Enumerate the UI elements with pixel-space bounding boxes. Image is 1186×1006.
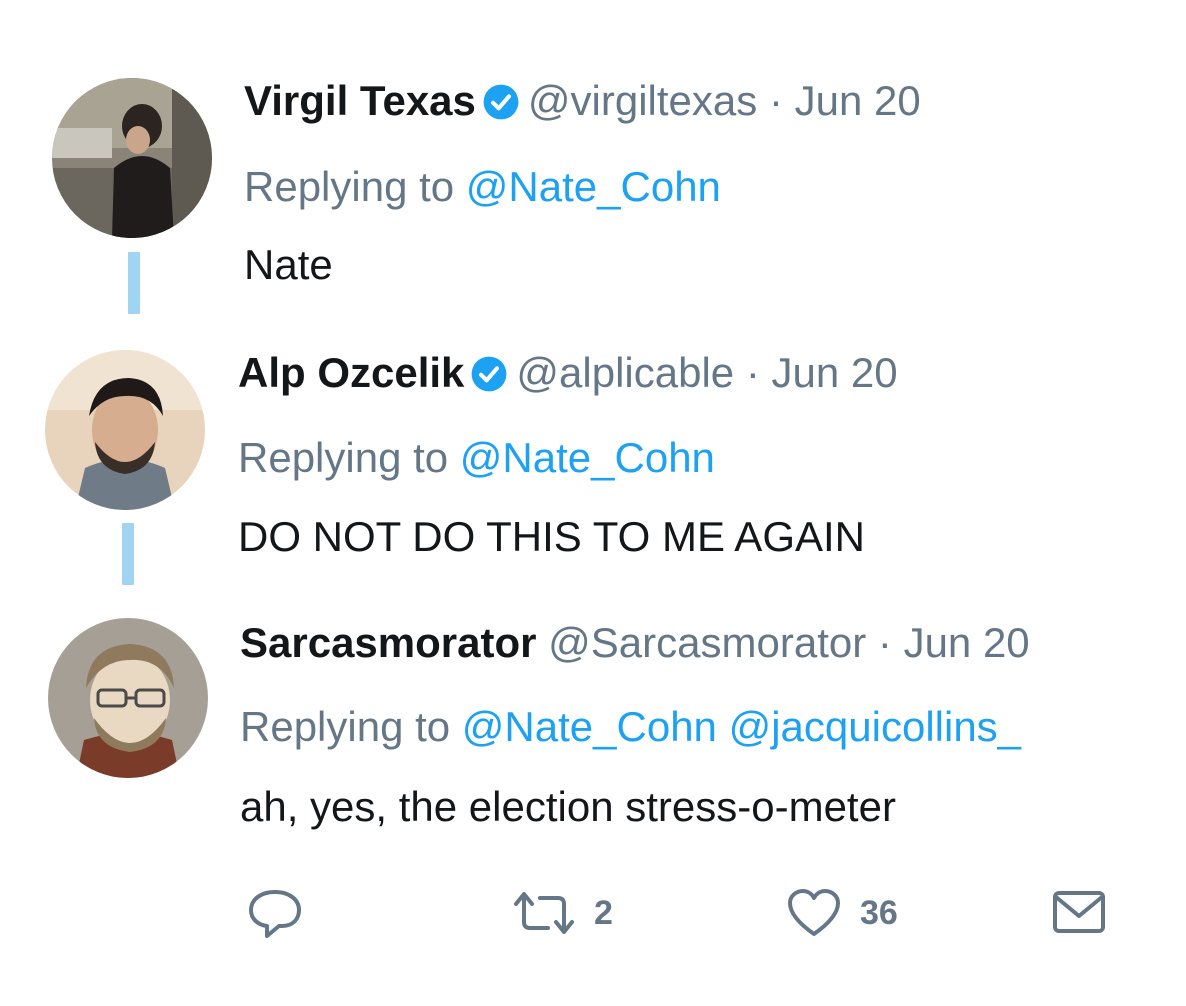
reply-icon	[249, 890, 301, 938]
tweet-text: ah, yes, the election stress-o-meter	[240, 783, 896, 830]
retweet-count: 2	[594, 893, 613, 932]
user-handle[interactable]: @alplicable	[516, 349, 734, 396]
verified-badge-icon	[471, 356, 507, 392]
tweet-date[interactable]: Jun 20	[904, 619, 1030, 666]
mention-link[interactable]: @jacquicollins_	[729, 703, 1021, 750]
tweet-date[interactable]: Jun 20	[795, 77, 921, 124]
reply-button[interactable]	[246, 886, 304, 940]
like-count: 36	[860, 893, 898, 932]
verified-badge-icon	[483, 84, 519, 120]
direct-message-button[interactable]	[1052, 888, 1106, 936]
retweet-icon	[514, 892, 574, 934]
envelope-icon	[1053, 891, 1105, 933]
replying-to: Replying to @Nate_Cohn	[238, 433, 715, 483]
avatar[interactable]	[52, 78, 212, 238]
replying-to: Replying to @Nate_Cohn @jacquicollins_	[240, 702, 1021, 752]
replying-to-label: Replying to	[244, 163, 455, 210]
display-name[interactable]: Alp Ozcelik	[238, 349, 464, 396]
mention-link[interactable]: @Nate_Cohn	[460, 434, 715, 481]
tweet-actions: 2 36	[0, 880, 1186, 950]
replying-to: Replying to @Nate_Cohn	[244, 162, 721, 212]
tweet-header: Virgil Texas @virgiltexas · Jun 20	[244, 76, 921, 126]
tweet-header: Alp Ozcelik @alplicable · Jun 20	[238, 348, 898, 398]
tweet-header: Sarcasmorator @Sarcasmorator · Jun 20	[240, 618, 1030, 668]
like-button[interactable]: 36	[786, 888, 898, 938]
replying-to-label: Replying to	[240, 703, 451, 750]
heart-icon	[788, 889, 840, 936]
display-name[interactable]: Virgil Texas	[244, 77, 476, 124]
tweet-date[interactable]: Jun 20	[772, 349, 898, 396]
replying-to-label: Replying to	[238, 434, 449, 481]
mention-link[interactable]: @Nate_Cohn	[466, 163, 721, 210]
display-name[interactable]: Sarcasmorator	[240, 619, 536, 666]
retweet-button[interactable]: 2	[512, 888, 613, 938]
tweet-text: Nate	[244, 241, 333, 288]
avatar[interactable]	[48, 618, 208, 778]
thread-line	[128, 252, 140, 314]
separator: ·	[745, 349, 760, 396]
avatar[interactable]	[45, 350, 205, 510]
avatar-photo-icon	[45, 350, 205, 510]
tweet-text: DO NOT DO THIS TO ME AGAIN	[238, 513, 866, 560]
avatar-photo-icon	[52, 78, 212, 238]
separator: ·	[768, 77, 783, 124]
thread-line	[122, 523, 134, 585]
avatar-cartoon-icon	[48, 618, 208, 778]
user-handle[interactable]: @Sarcasmorator	[548, 619, 866, 666]
user-handle[interactable]: @virgiltexas	[528, 77, 757, 124]
mention-link[interactable]: @Nate_Cohn	[462, 703, 717, 750]
separator: ·	[877, 619, 892, 666]
